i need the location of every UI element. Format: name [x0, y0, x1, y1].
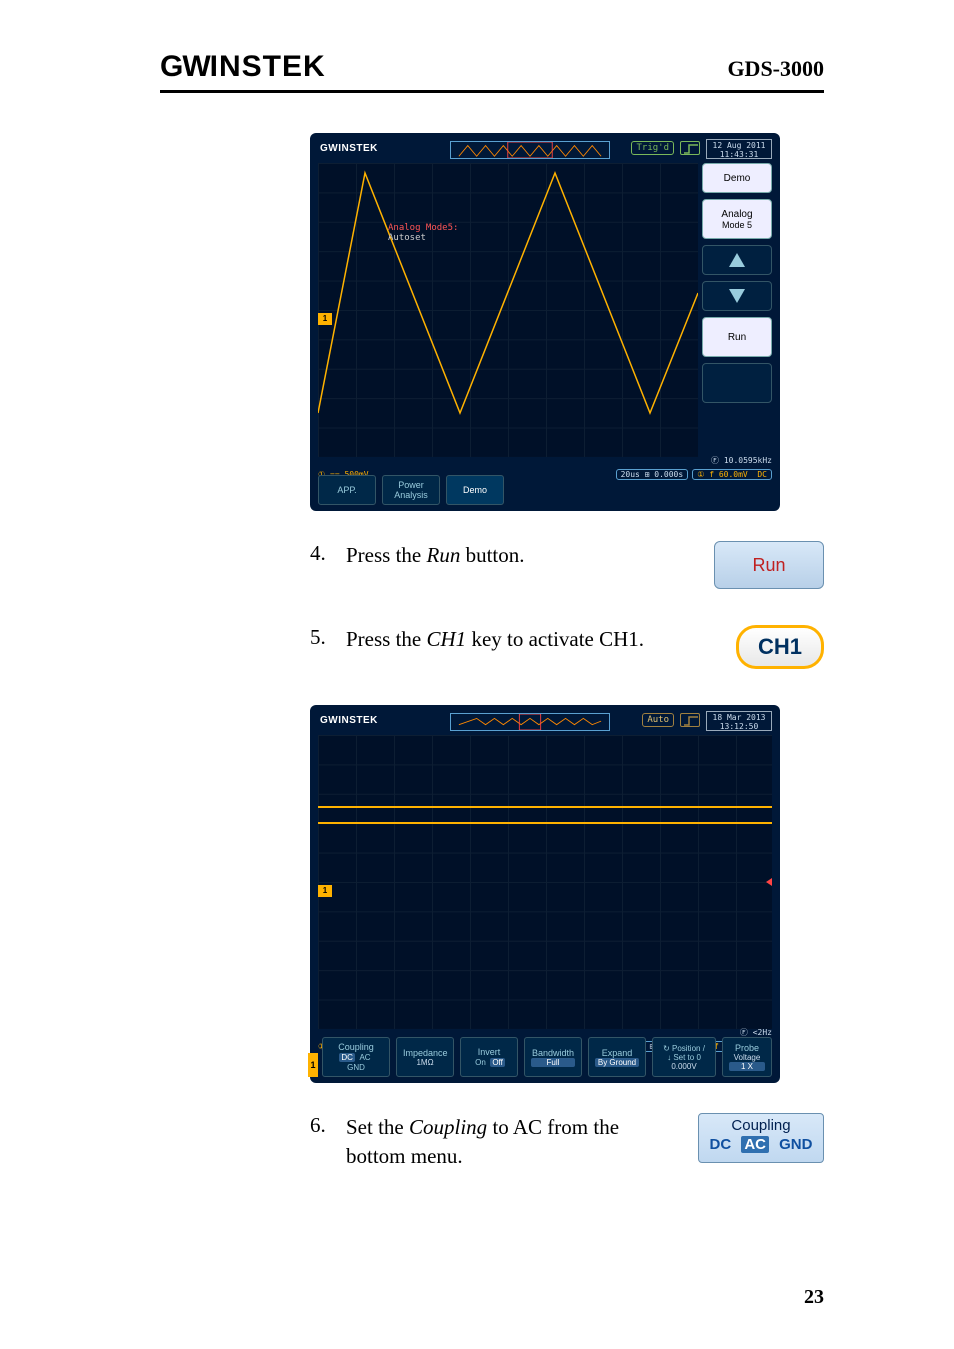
frequency-readout: Ⓕ 10.0595kHz	[711, 455, 772, 466]
up-arrow-icon	[729, 253, 745, 267]
position-menu-button[interactable]: ↻ Position / ↓ Set to 0 0.000V	[652, 1037, 716, 1077]
side-analog-mode-button[interactable]: Analog Mode 5	[702, 199, 772, 239]
datetime-display: 12 Aug 201111:43:31	[706, 139, 772, 159]
waveform-grid: 1	[318, 735, 772, 1029]
ch1-ground-marker: 1	[318, 885, 332, 897]
flat-waveform	[318, 735, 772, 1029]
bottom-app-button[interactable]: APP.	[318, 475, 376, 505]
bottom-power-analysis-button[interactable]: PowerAnalysis	[382, 475, 440, 505]
bottom-demo-button[interactable]: Demo	[446, 475, 504, 505]
step-text: Set the Coupling to AC from the bottom m…	[346, 1113, 672, 1172]
channel-badge: 1	[308, 1053, 318, 1077]
step-text: Press the CH1 key to activate CH1.	[346, 625, 710, 654]
waveform-grid: Analog Mode5: Autoset 1	[318, 163, 698, 457]
bottom-menu: Coupling DC AC GND Impedance 1MΩ Invert …	[322, 1037, 772, 1077]
main-content: GWINSTEK Trig'd 12 Aug 201111:43:31 Anal…	[310, 133, 824, 1172]
page-number: 23	[804, 1286, 824, 1309]
trigger-edge-icon	[680, 713, 700, 727]
side-up-arrow-button[interactable]	[702, 245, 772, 275]
step-5: 5. Press the CH1 key to activate CH1. CH…	[310, 625, 824, 669]
step-number: 4.	[310, 541, 332, 566]
step-6: 6. Set the Coupling to AC from the botto…	[310, 1113, 824, 1172]
step-text: Press the Run button.	[346, 541, 688, 570]
coupling-dc-option: DC	[707, 1136, 735, 1153]
oscilloscope-screenshot-2: GWINSTEK Auto 18 Mar 201313:12:50 1 ① ==…	[310, 705, 780, 1083]
run-softkey[interactable]: Run	[714, 541, 824, 589]
brand-logo: GWGWINSTEKINSTEK	[160, 50, 326, 84]
bottom-menu: APP. PowerAnalysis Demo	[318, 475, 772, 505]
waveform-preview	[450, 141, 610, 159]
coupling-menu-button[interactable]: Coupling DC AC GND	[322, 1037, 390, 1077]
oscilloscope-screenshot-1: GWINSTEK Trig'd 12 Aug 201111:43:31 Anal…	[310, 133, 780, 511]
coupling-title: Coupling	[703, 1117, 819, 1134]
trigger-edge-icon	[680, 141, 700, 155]
triangle-waveform	[318, 163, 698, 457]
coupling-gnd-option: GND	[776, 1136, 815, 1153]
side-run-button[interactable]: Run	[702, 317, 772, 357]
coupling-softkey[interactable]: Coupling DC AC GND	[698, 1113, 824, 1163]
overlay-message: Analog Mode5: Autoset	[388, 223, 458, 243]
step-4: 4. Press the Run button. Run	[310, 541, 824, 589]
bandwidth-menu-button[interactable]: Bandwidth Full	[524, 1037, 582, 1077]
step-number: 5.	[310, 625, 332, 650]
impedance-menu-button[interactable]: Impedance 1MΩ	[396, 1037, 454, 1077]
trigger-status: Auto	[642, 713, 674, 727]
scope-brand: GWINSTEK	[320, 143, 378, 154]
scope-brand: GWINSTEK	[320, 715, 378, 726]
side-menu: Demo Analog Mode 5 Run	[702, 163, 772, 403]
side-demo-label: Demo	[702, 163, 772, 193]
ch1-hardkey[interactable]: CH1	[736, 625, 824, 669]
coupling-ac-option: AC	[741, 1136, 769, 1153]
probe-menu-button[interactable]: Probe Voltage 1 X	[722, 1037, 772, 1077]
trigger-status: Trig'd	[631, 141, 674, 155]
model-number: GDS-3000	[727, 56, 824, 82]
expand-menu-button[interactable]: Expand By Ground	[588, 1037, 646, 1077]
waveform-preview	[450, 713, 610, 731]
page-header: GWGWINSTEKINSTEK GDS-3000	[160, 50, 824, 93]
side-empty-slot	[702, 363, 772, 403]
invert-menu-button[interactable]: Invert On Off	[460, 1037, 518, 1077]
down-arrow-icon	[729, 289, 745, 303]
side-down-arrow-button[interactable]	[702, 281, 772, 311]
datetime-display: 18 Mar 201313:12:50	[706, 711, 772, 731]
step-number: 6.	[310, 1113, 332, 1138]
ch1-ground-marker: 1	[318, 313, 332, 325]
